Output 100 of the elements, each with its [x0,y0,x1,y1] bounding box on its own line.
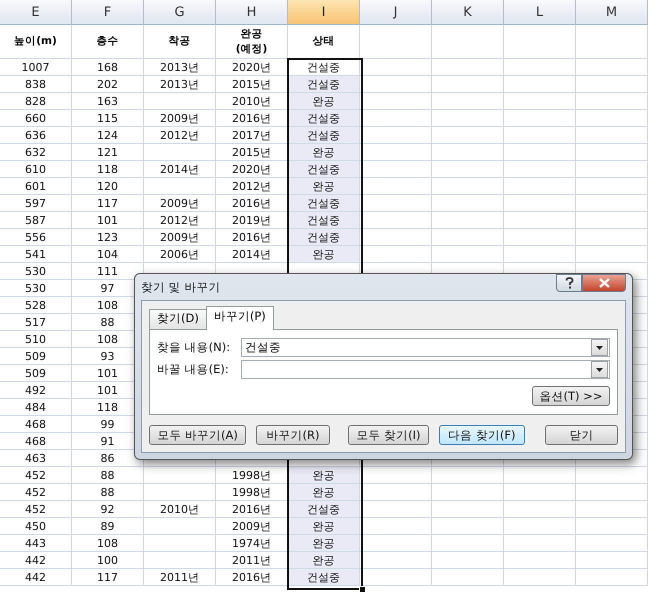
column-header[interactable]: M [576,0,648,25]
header-cell: 높이(m) [14,34,57,49]
close-icon [598,278,610,288]
table-cell: 완공 [288,246,359,262]
table-cell: 완공 [288,467,359,483]
table-cell-text: 2017년 [231,128,272,143]
caret-icon [596,346,603,350]
table-cell-text: 108 [96,298,119,313]
table-cell-text: 108 [96,536,119,551]
table-cell-text: 2016년 [231,230,272,245]
column-header[interactable]: H [216,0,288,25]
table-cell-text: 118 [96,400,119,415]
table-cell-text: 97 [100,280,116,296]
table-cell-text: 2016년 [231,502,272,517]
header-cell: 상태 [312,34,334,49]
table-cell: 건설중 [288,501,359,517]
table-cell: 건설중 [288,76,359,92]
table-cell-text: 632 [24,144,47,160]
table-cell-text: 2009년 [159,230,200,245]
table-cell-text: 2015년 [231,76,272,92]
table-cell-text: 2020년 [231,60,272,75]
header-cell: 착공 [168,34,190,49]
table-cell-text: 93 [100,348,116,364]
table-cell: 건설중 [288,161,359,177]
table-cell-text: 1998년 [231,468,272,483]
table-cell-text: 510 [24,332,47,347]
table-cell-text: 556 [24,230,47,245]
table-cell-text: 2014년 [159,162,200,177]
table-cell-text: 2013년 [159,76,200,92]
close-button[interactable] [582,274,626,292]
table-cell-text: 636 [24,128,47,143]
dialog-button[interactable]: 모두 찾기(I) [348,425,430,445]
dropdown-button[interactable] [591,361,608,378]
replace-field[interactable] [241,360,610,379]
dialog-button[interactable]: 모두 바꾸기(A) [149,425,246,445]
table-cell-text: 100 [96,552,119,568]
table-cell-text: 463 [24,450,47,466]
table-cell-text: 484 [24,400,47,415]
column-header[interactable]: G [144,0,216,25]
column-header[interactable]: K [432,0,504,25]
table-cell-text: 115 [96,110,119,126]
table-cell-text: 838 [24,76,47,92]
column-header[interactable]: L [504,0,576,25]
table-cell-text: 124 [96,128,119,143]
table-cell-text: 452 [24,502,47,517]
table-cell-text: 88 [100,314,116,330]
table-cell: 건설중 [288,569,359,585]
dialog-button[interactable]: 닫기 [544,425,618,445]
find-label: 찾을 내용(N): [157,340,232,355]
table-cell: 건설중 [288,212,359,228]
table-cell-text: 2016년 [231,110,272,126]
table-cell-text: 86 [100,450,116,466]
window-title: 찾기 및 바꾸기 [141,280,220,294]
table-cell-text: 660 [24,110,47,126]
column-header[interactable]: F [72,0,144,25]
table-cell-text: 2016년 [231,570,272,585]
table-cell-text: 121 [96,144,119,160]
table-cell: 완공 [288,178,359,194]
fill-handle[interactable] [359,586,366,593]
table-cell-text: 104 [96,246,119,262]
tab[interactable]: 찾기(D) [149,309,207,329]
table-cell-text: 2015년 [231,144,272,160]
column-header[interactable]: E [0,0,72,25]
column-header[interactable]: J [360,0,432,25]
column-header[interactable]: I [288,0,360,25]
table-cell-text: 2014년 [231,246,272,262]
table-cell: 건설중 [288,229,359,245]
table-cell-text: 452 [24,468,47,483]
table-cell-text: 1007 [20,60,50,75]
dialog-button[interactable]: 바꾸기(R) [256,425,330,445]
table-cell-text: 2012년 [159,212,200,228]
table-cell-text: 2010년 [159,502,200,517]
header-cell: 층수 [96,34,118,49]
table-cell-text: 442 [24,552,47,568]
table-cell: 건설중 [288,110,359,126]
options-button[interactable]: 옵션(T) >> [532,386,610,406]
table-cell-text: 2010년 [231,94,272,109]
table-cell-text: 101 [96,382,119,398]
table-cell-text: 92 [100,502,116,517]
table-cell-text: 2009년 [231,518,272,534]
table-cell-text: 117 [96,570,119,585]
table-cell-text: 123 [96,230,119,245]
table-cell-text: 2012년 [231,178,272,194]
table-cell-text: 108 [96,332,119,347]
table-cell-text: 88 [100,468,116,483]
table-cell-text: 2016년 [231,196,272,211]
caret-icon [596,368,603,372]
table-cell-text: 2012년 [159,128,200,143]
table-cell-text: 2013년 [159,60,200,75]
find-field[interactable]: 건설중 [241,338,610,357]
dropdown-button[interactable] [591,339,608,356]
table-cell-text: 468 [24,416,47,432]
table-cell-text: 118 [96,162,119,177]
dialog-button[interactable]: 다음 찾기(F) [439,425,525,445]
replace-label: 바꿀 내용(E): [157,362,230,377]
table-cell-text: 2009년 [159,196,200,211]
header-cell: 완공 (예정) [236,26,268,56]
tab[interactable]: 바꾸기(P) [206,306,274,330]
help-button[interactable] [556,274,582,292]
table-cell-text: 120 [96,178,119,194]
